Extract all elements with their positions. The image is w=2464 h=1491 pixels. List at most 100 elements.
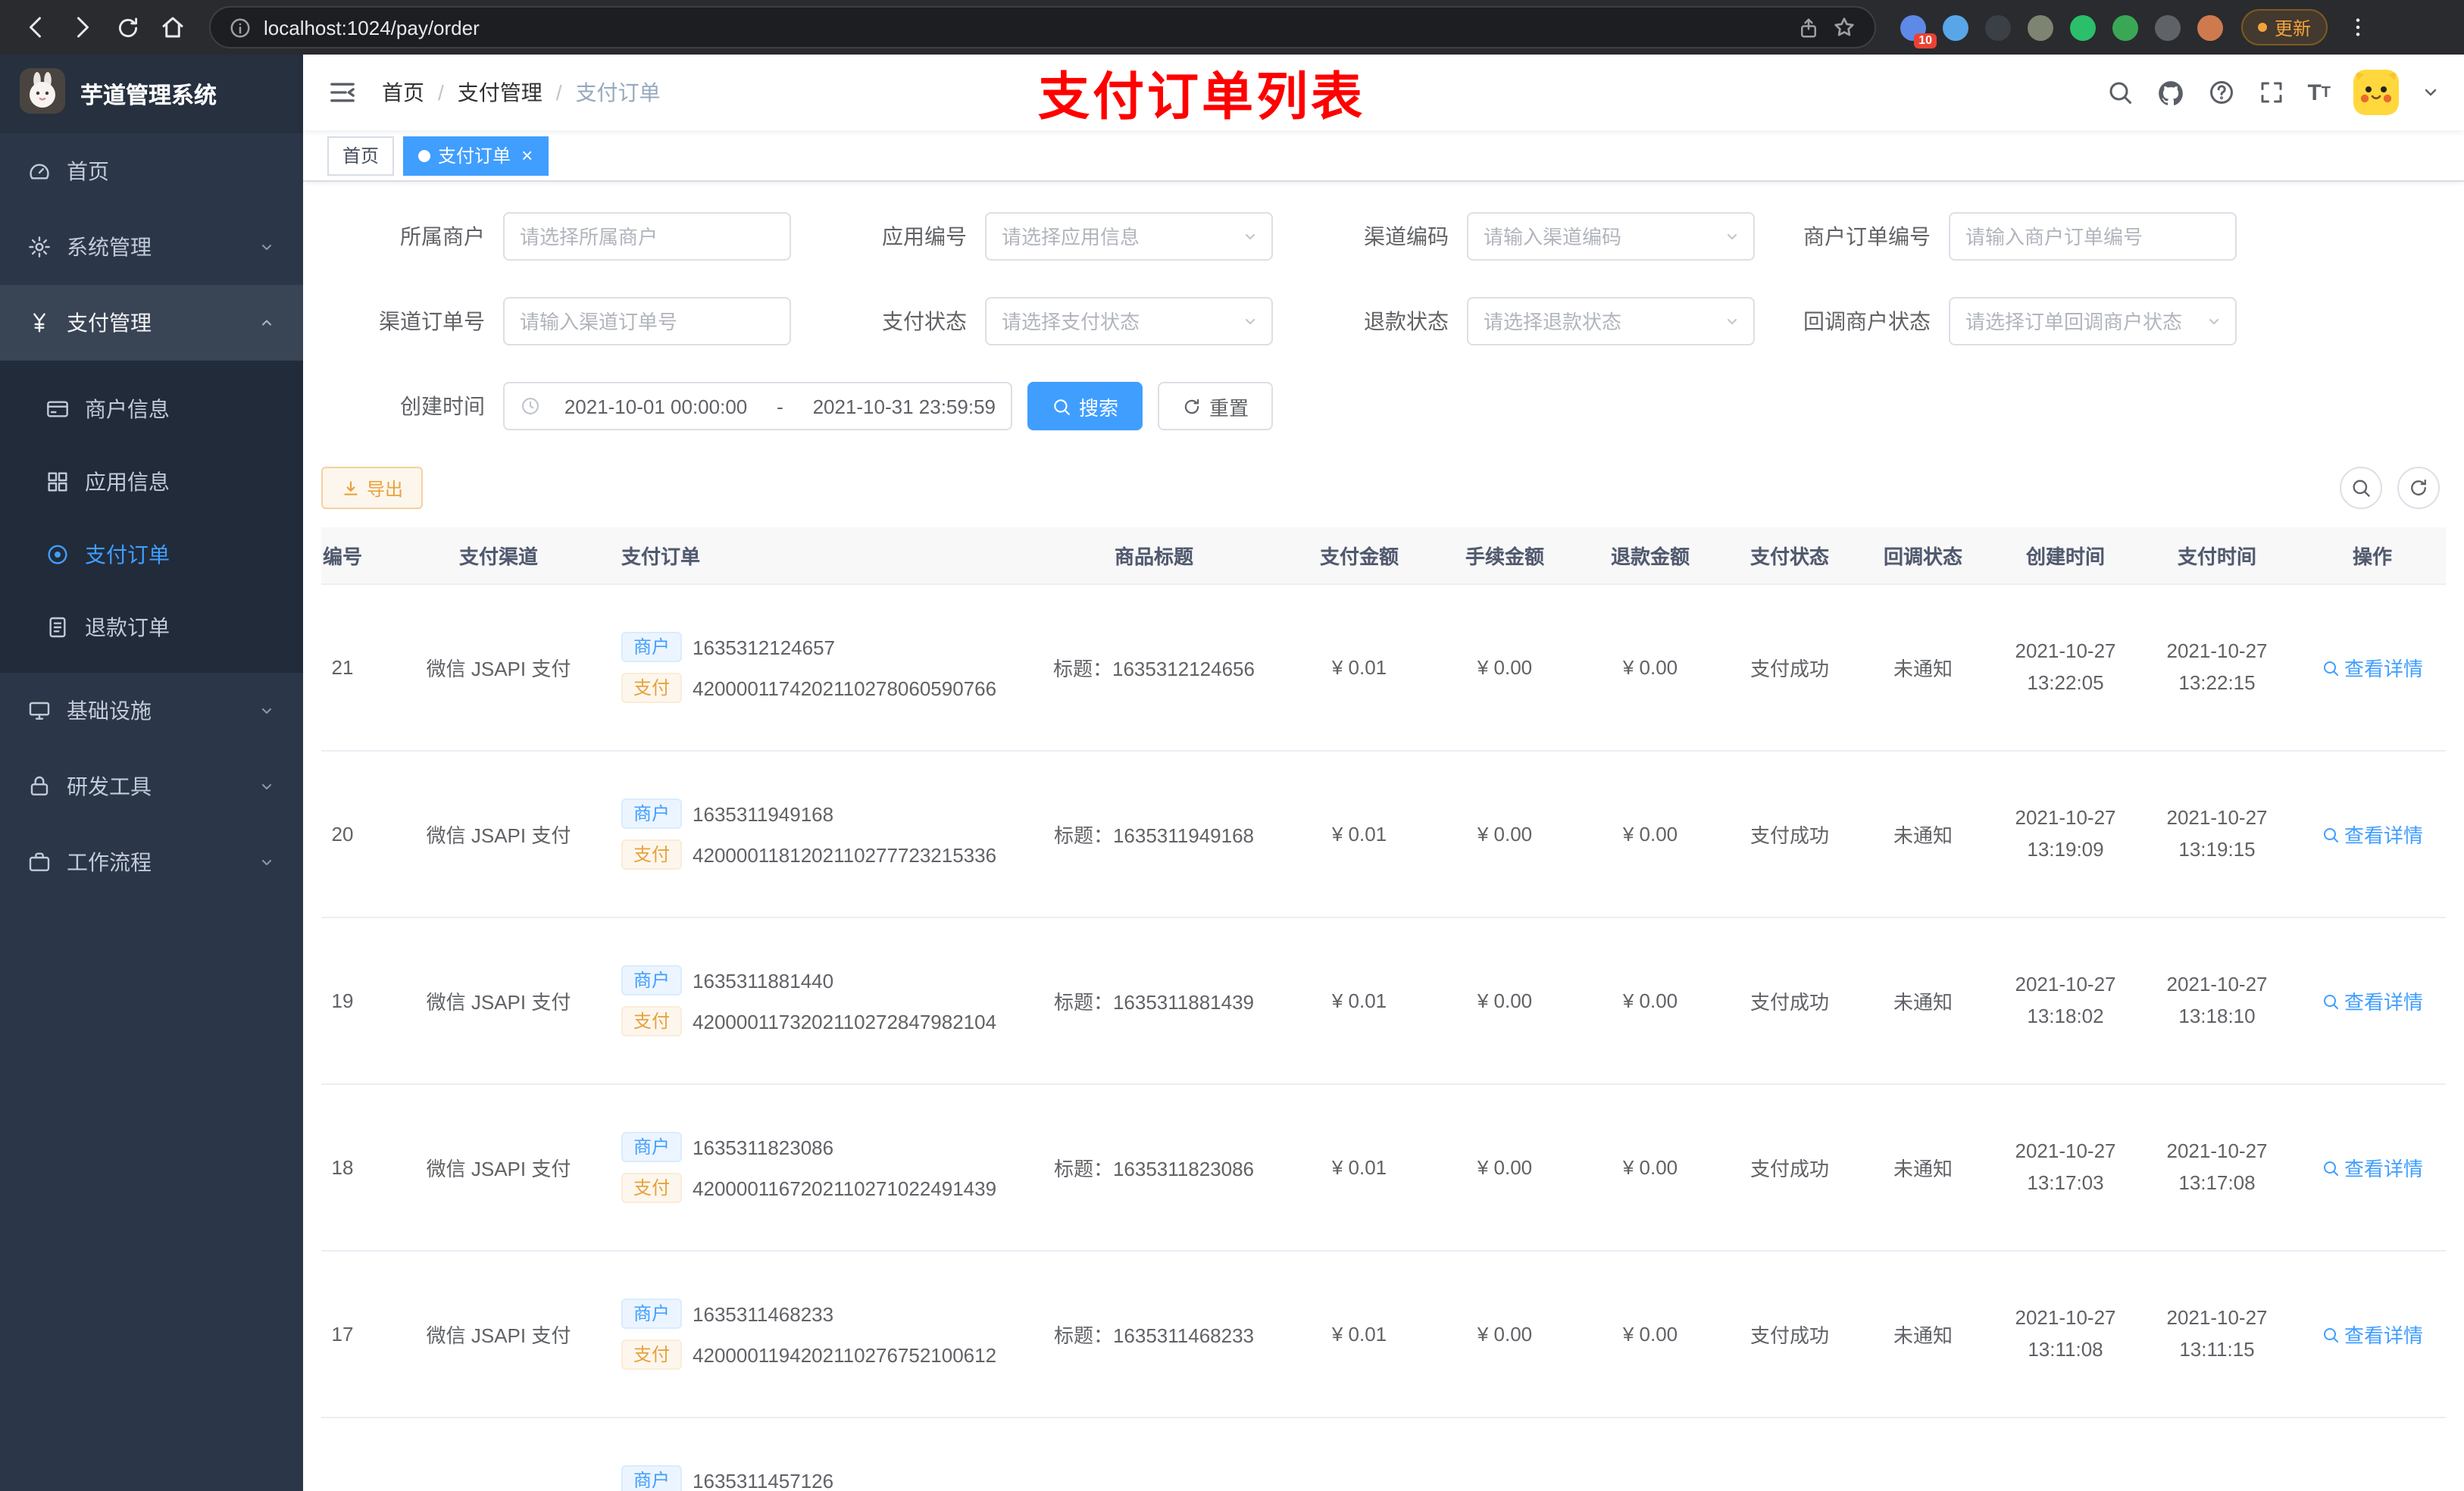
fullscreen-icon[interactable] [2257, 79, 2284, 106]
collapse-sidebar-icon[interactable] [327, 77, 358, 108]
close-tab-icon[interactable]: × [521, 145, 533, 165]
app-no-filter[interactable] [985, 212, 1273, 261]
extension-olive-icon[interactable] [2028, 14, 2053, 40]
merchant-filter[interactable] [503, 212, 791, 261]
layout-size-caret-icon[interactable] [2422, 83, 2440, 102]
refund-status-filter[interactable] [1467, 297, 1755, 345]
sidebar-item-devtools[interactable]: 研发工具 [0, 749, 303, 824]
product-title-cell: 标题：1635311949168 [1053, 824, 1255, 847]
merchant-order-no-filter-input[interactable] [1965, 225, 2220, 248]
sidebar-item-merchant-info[interactable]: 商户信息 [0, 373, 303, 445]
view-detail-link[interactable]: 查看详情 [2322, 820, 2423, 849]
pay-date: 2021-10-27 [2166, 1305, 2268, 1329]
tabs-bar: 首页 支付订单 × [303, 130, 2464, 182]
extension-gray-icon[interactable] [2155, 14, 2181, 40]
extension-lightblue-icon[interactable] [1943, 14, 1968, 40]
breadcrumb-item[interactable]: 支付管理 [458, 77, 543, 108]
search-icon[interactable] [2106, 79, 2133, 106]
app-no-filter-input[interactable] [1002, 225, 1256, 248]
merchant-filter-input[interactable] [520, 225, 774, 248]
breadcrumb: 首页 / 支付管理 / 支付订单 [382, 77, 661, 108]
browser-back-icon[interactable] [15, 6, 58, 48]
pay-amount-cell: ¥ 0.01 [1331, 1156, 1387, 1179]
channel-order-no-filter[interactable] [503, 297, 791, 345]
refund-status-filter-input[interactable] [1484, 310, 1738, 333]
export-button[interactable]: 导出 [321, 467, 424, 509]
notify-status-filter-input[interactable] [1965, 310, 2220, 333]
create-time-range-picker[interactable]: 2021-10-01 00:00:00 - 2021-10-31 23:59:59 [503, 382, 1012, 430]
sidebar-item-pay[interactable]: 支付管理 [0, 285, 303, 361]
table-toolbar: 导出 [321, 467, 2446, 509]
pay-date: 2021-10-27 [2166, 1139, 2268, 1162]
browser-update-button[interactable]: 更新 [2241, 9, 2328, 45]
site-info-icon[interactable] [229, 16, 252, 39]
tab-1[interactable]: 支付订单 × [403, 136, 549, 175]
browser-reload-icon[interactable] [106, 6, 149, 48]
view-detail-link[interactable]: 查看详情 [2322, 1153, 2423, 1182]
refresh-table-button[interactable] [2397, 467, 2440, 509]
view-detail-label: 查看详情 [2344, 1158, 2423, 1180]
product-title-cell: 标题：1635312124656 [1053, 658, 1255, 680]
browser-forward-icon[interactable] [61, 6, 103, 48]
sidebar-item-app-info[interactable]: 应用信息 [0, 445, 303, 518]
filter-label: 回调商户状态 [1803, 309, 1931, 333]
merchant-order-no-filter[interactable] [1949, 212, 2237, 261]
sidebar-item-workflow[interactable]: 工作流程 [0, 824, 303, 900]
filter-label: 支付状态 [882, 309, 967, 333]
extension-dark-icon[interactable] [1985, 14, 2011, 40]
sidebar-item-home[interactable]: 首页 [0, 133, 303, 209]
extension-blue-icon[interactable]: 10 [1900, 14, 1937, 48]
pay-channel-cell: 微信 JSAPI 支付 [426, 1158, 571, 1180]
reset-button[interactable]: 重置 [1158, 382, 1274, 430]
github-icon[interactable] [2156, 78, 2184, 107]
breadcrumb-item[interactable]: 首页 [382, 77, 424, 108]
browser-menu-icon[interactable] [2337, 6, 2379, 48]
merchant-tag: 商户 [621, 799, 683, 829]
extension-avatar-icon[interactable] [2197, 14, 2223, 40]
tab-label: 首页 [342, 145, 380, 167]
extension-green-icon[interactable] [2070, 14, 2096, 40]
channel-code-filter-input[interactable] [1484, 225, 1738, 248]
table-header-cell: 商品标题 [1114, 545, 1193, 568]
share-icon[interactable] [1797, 16, 1820, 39]
pay-status-filter[interactable] [985, 297, 1273, 345]
channel-code-filter[interactable] [1467, 212, 1755, 261]
address-bar[interactable]: localhost:1024/pay/order [209, 6, 1876, 48]
sidebar-item-infra[interactable]: 基础设施 [0, 673, 303, 749]
sidebar-item-system[interactable]: 系统管理 [0, 209, 303, 285]
filter-label: 渠道编码 [1364, 224, 1449, 248]
view-detail-link[interactable]: 查看详情 [2322, 653, 2423, 682]
tab-0[interactable]: 首页 [327, 136, 395, 175]
top-navbar: 首页 / 支付管理 / 支付订单 支付订单列表 TT [303, 55, 2464, 130]
date-start-value: 2021-10-01 00:00:00 [564, 395, 748, 417]
help-icon[interactable] [2207, 79, 2234, 106]
extension-chat-green-icon[interactable] [2112, 14, 2138, 40]
bookmark-star-icon[interactable] [1832, 15, 1856, 39]
notify-status-cell: 未通知 [1893, 658, 1953, 680]
toggle-search-button[interactable] [2340, 467, 2382, 509]
search-button[interactable]: 搜索 [1027, 382, 1143, 430]
notify-status-filter[interactable] [1949, 297, 2237, 345]
pay-status-filter-input[interactable] [1002, 310, 1256, 333]
date-end-value: 2021-10-31 23:59:59 [812, 395, 996, 417]
browser-home-icon[interactable] [152, 6, 194, 48]
pay-tag: 支付 [621, 1006, 683, 1036]
create-time: 13:18:02 [2027, 1004, 2104, 1027]
refund-status-filter-field: 退款状态 [1285, 297, 1767, 345]
sidebar-item-pay-order[interactable]: 支付订单 [0, 518, 303, 591]
user-avatar[interactable] [2353, 70, 2399, 115]
page-content: 所属商户应用编号渠道编码商户订单编号渠道订单号支付状态退款状态回调商户状态创建时… [303, 182, 2464, 1491]
channel-order-no-filter-input[interactable] [520, 310, 774, 333]
font-size-icon[interactable]: TT [2307, 80, 2331, 105]
pay-status-filter-field: 支付状态 [803, 297, 1285, 345]
pay-order-no: 4200001167202110271022491439 [693, 1177, 997, 1199]
breadcrumb-item: 支付订单 [575, 80, 661, 105]
view-detail-link[interactable]: 查看详情 [2322, 1320, 2423, 1349]
create-date: 2021-10-27 [2015, 639, 2116, 662]
sidebar-item-refund-order[interactable]: 退款订单 [0, 591, 303, 664]
create-time-cell: 2021-10-27 13:17:03 [1990, 1130, 2141, 1205]
export-label: 导出 [367, 478, 404, 499]
notify-status-filter-field: 回调商户状态 [1767, 297, 2249, 345]
chevron-down-icon [2205, 312, 2223, 330]
view-detail-link[interactable]: 查看详情 [2322, 986, 2423, 1015]
